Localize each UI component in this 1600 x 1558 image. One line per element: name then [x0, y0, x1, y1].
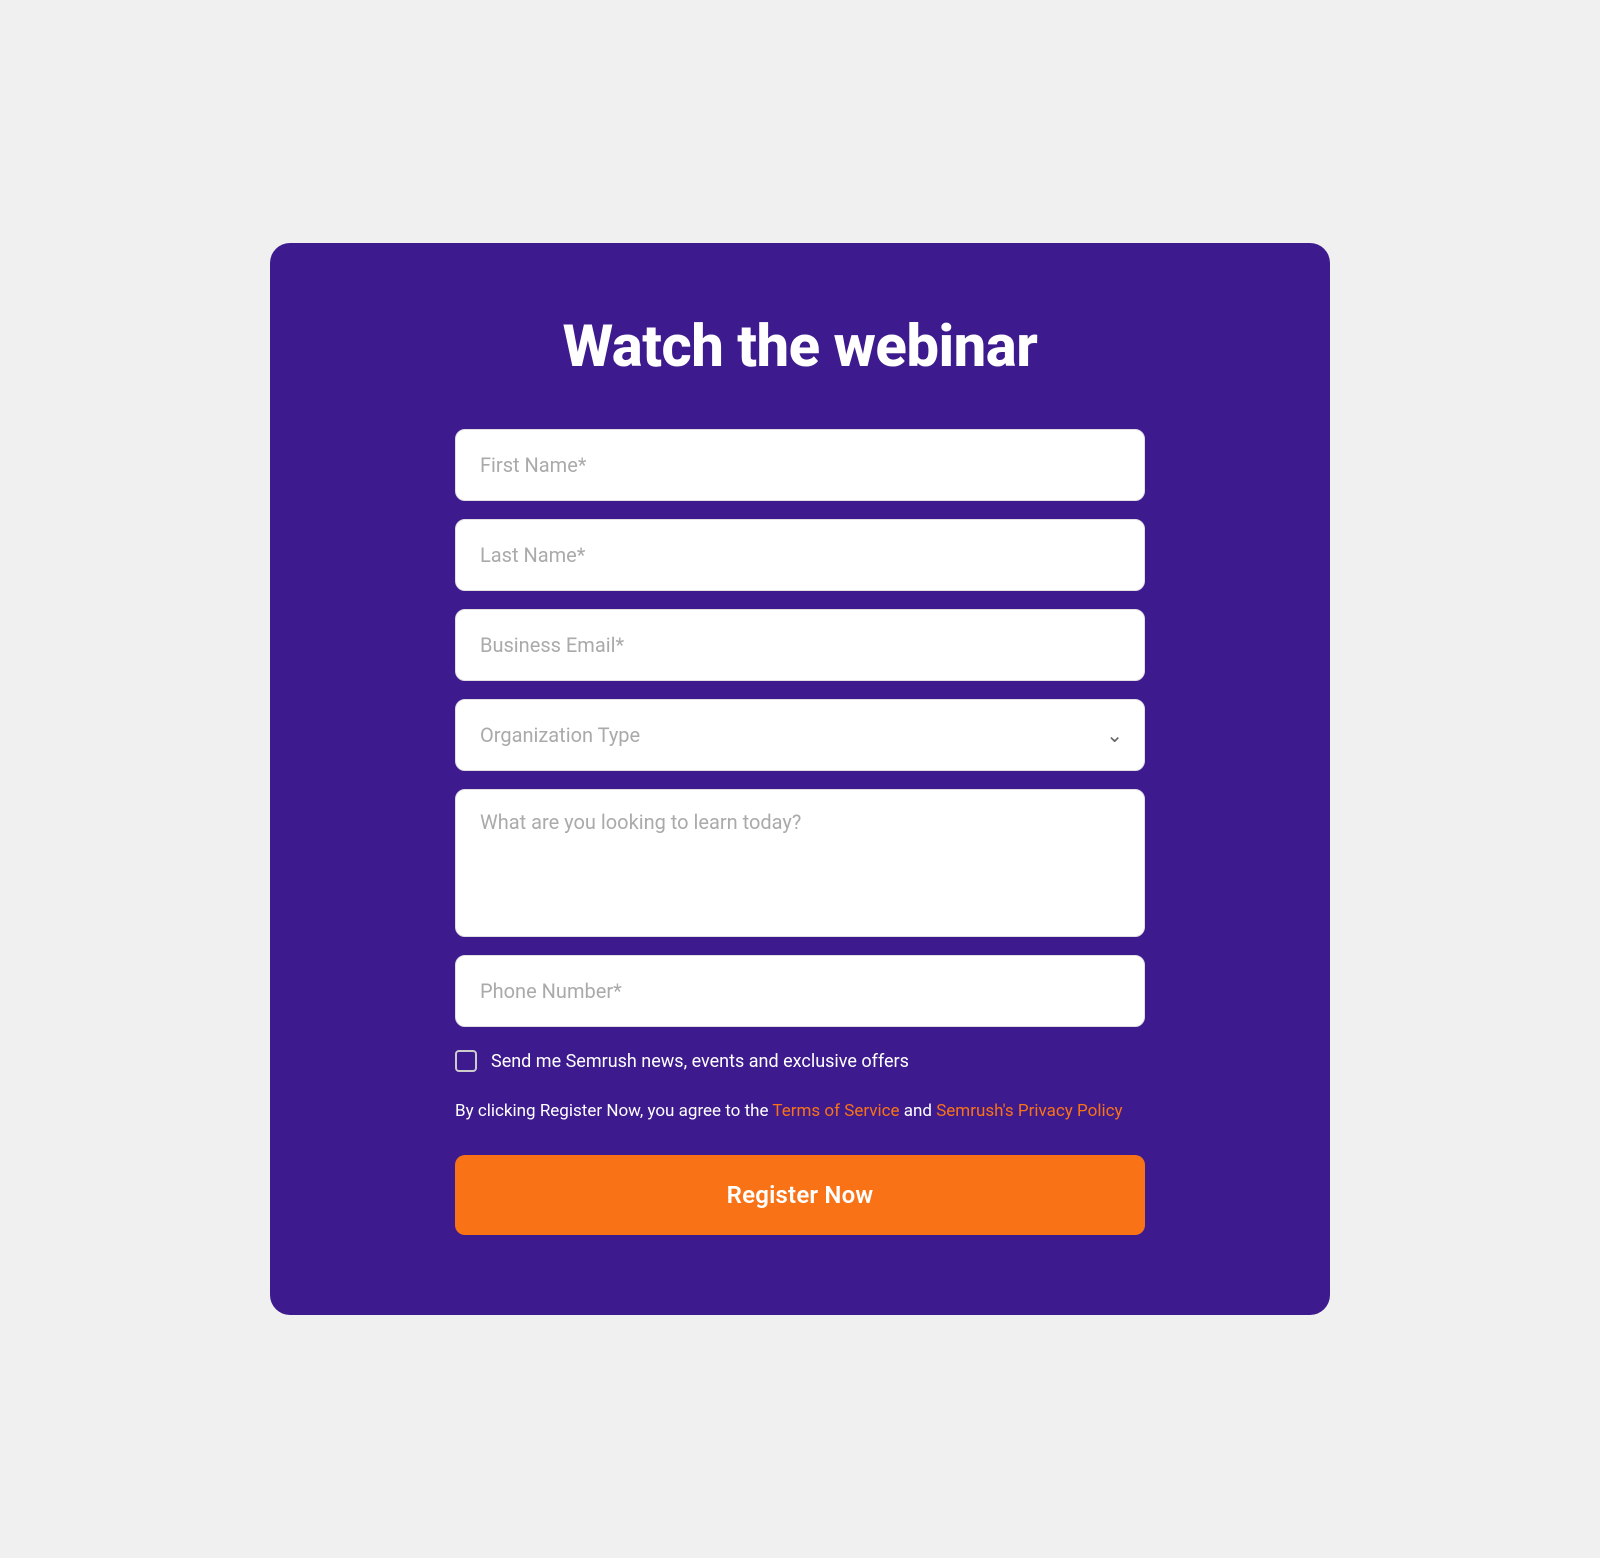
newsletter-checkbox-row: Send me Semrush news, events and exclusi…: [455, 1049, 1145, 1074]
legal-text-prefix: By clicking Register Now, you agree to t…: [455, 1101, 772, 1121]
organization-type-select[interactable]: Organization Type Agency Brand / In-hous…: [455, 699, 1145, 771]
page-wrapper: Watch the webinar Organization Type Agen…: [0, 0, 1600, 1558]
newsletter-checkbox[interactable]: [455, 1050, 477, 1072]
last-name-input[interactable]: [455, 519, 1145, 591]
page-title: Watch the webinar: [563, 313, 1038, 381]
organization-type-wrapper: Organization Type Agency Brand / In-hous…: [455, 699, 1145, 771]
registration-card: Watch the webinar Organization Type Agen…: [270, 243, 1330, 1315]
business-email-input[interactable]: [455, 609, 1145, 681]
registration-form: Organization Type Agency Brand / In-hous…: [455, 429, 1145, 1235]
phone-number-input[interactable]: [455, 955, 1145, 1027]
first-name-input[interactable]: [455, 429, 1145, 501]
privacy-policy-link[interactable]: Semrush's Privacy Policy: [936, 1101, 1122, 1121]
newsletter-checkbox-label[interactable]: Send me Semrush news, events and exclusi…: [491, 1049, 909, 1074]
legal-text: By clicking Register Now, you agree to t…: [455, 1098, 1145, 1125]
terms-of-service-link[interactable]: Terms of Service: [772, 1101, 899, 1121]
register-now-button[interactable]: Register Now: [455, 1155, 1145, 1235]
legal-text-middle: and: [900, 1101, 937, 1121]
learn-today-textarea[interactable]: [455, 789, 1145, 937]
